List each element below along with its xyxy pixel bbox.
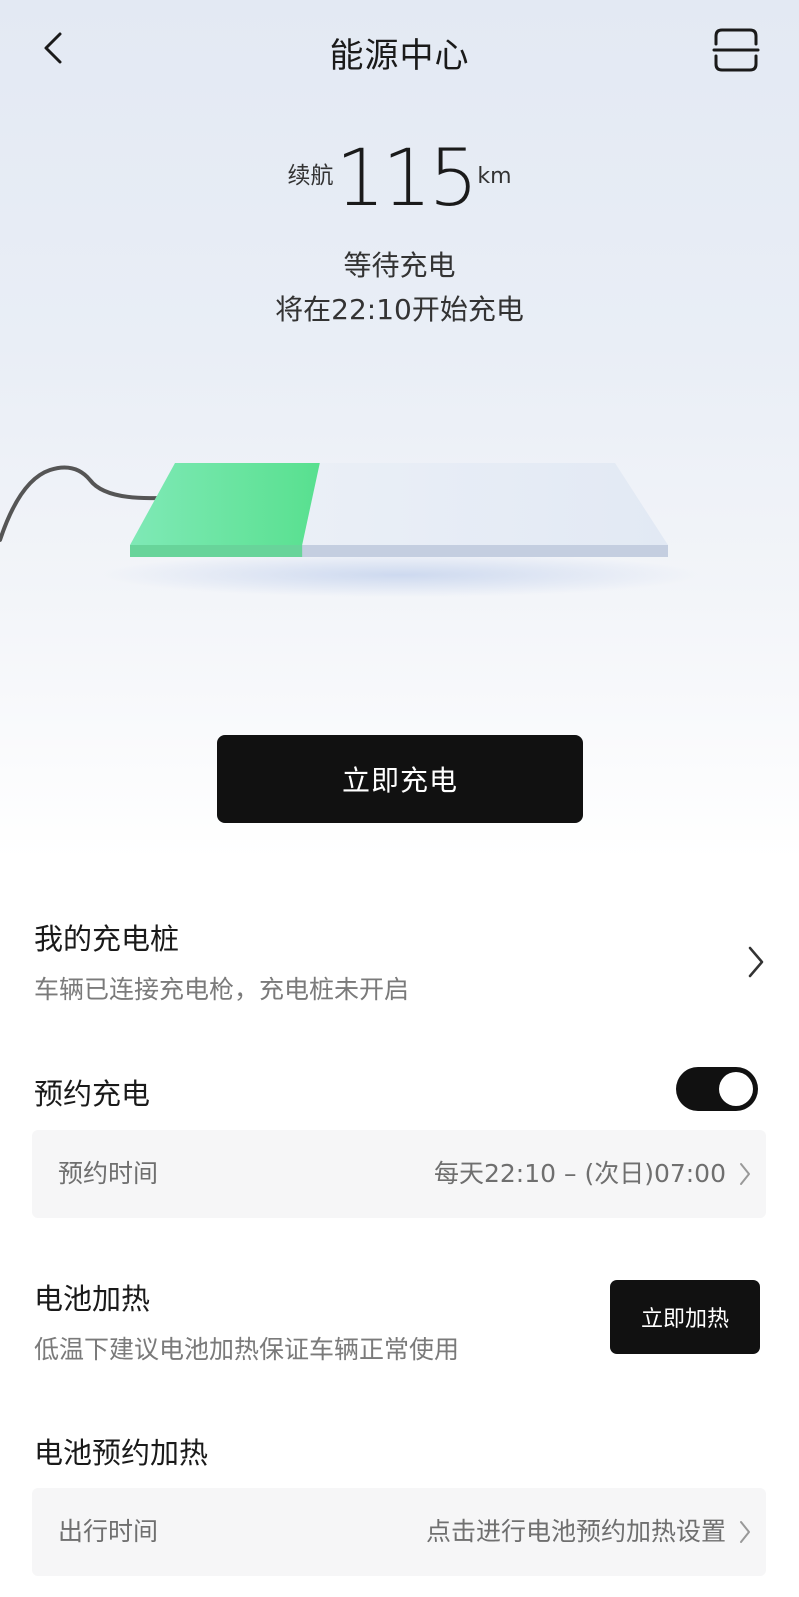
- departure-time-value: 点击进行电池预约加热设置: [425, 1517, 726, 1546]
- battery-illustration: [0, 440, 799, 620]
- chevron-right-icon: [738, 1161, 752, 1187]
- battery-heating-title: 电池加热: [34, 1282, 151, 1316]
- range-unit: km: [477, 164, 512, 189]
- toggle-knob: [719, 1072, 753, 1106]
- departure-time-label: 出行时间: [58, 1517, 159, 1546]
- chevron-right-icon[interactable]: [744, 944, 768, 980]
- scan-icon[interactable]: [712, 26, 760, 74]
- charger-title[interactable]: 我的充电桩: [34, 916, 179, 958]
- scheduled-heating-title: 电池预约加热: [34, 1436, 209, 1470]
- range-label: 续航: [287, 163, 334, 189]
- battery-level-edge: [130, 545, 303, 557]
- charger-status: 车辆已连接充电枪，充电桩未开启: [34, 975, 410, 1004]
- charge-now-button[interactable]: 立即充电: [217, 735, 583, 823]
- heat-now-button[interactable]: 立即加热: [610, 1280, 760, 1354]
- range-display: 续航115km: [0, 140, 799, 218]
- battery-level-fill: [130, 463, 320, 545]
- departure-time-row[interactable]: 出行时间 点击进行电池预约加热设置: [32, 1488, 766, 1576]
- schedule-time-label: 预约时间: [58, 1159, 159, 1188]
- hero-section: [0, 0, 799, 860]
- battery-heating-hint: 低温下建议电池加热保证车辆正常使用: [34, 1335, 460, 1364]
- schedule-time-value: 每天22:10 – (次日)07:00: [434, 1159, 726, 1188]
- schedule-time-row[interactable]: 预约时间 每天22:10 – (次日)07:00: [32, 1130, 766, 1218]
- range-value: 115: [335, 134, 478, 224]
- charging-start-time: 将在22:10开始充电: [275, 293, 524, 326]
- page-title: 能源中心: [329, 36, 470, 76]
- charging-status: 等待充电: [343, 249, 456, 282]
- chevron-right-icon: [738, 1519, 752, 1545]
- scheduled-charging-title: 预约充电: [34, 1077, 151, 1111]
- scheduled-charging-toggle[interactable]: [676, 1067, 758, 1111]
